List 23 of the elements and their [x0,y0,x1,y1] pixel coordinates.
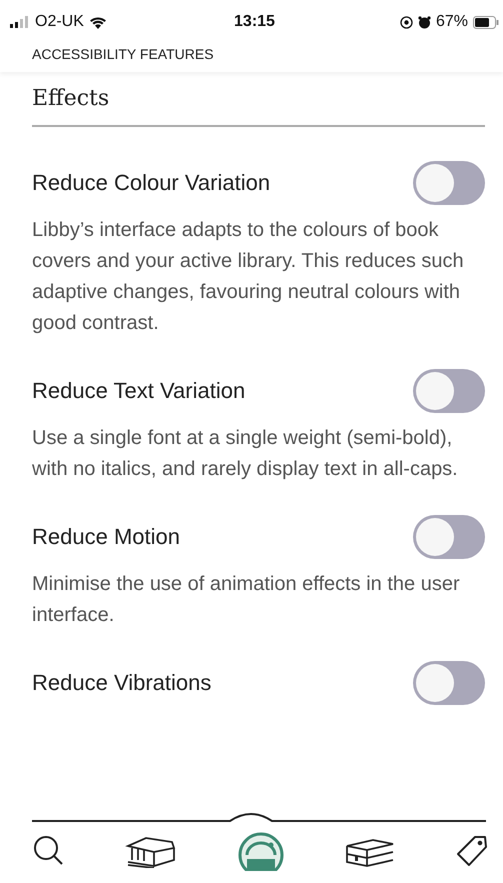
setting-title: Reduce Text Variation [32,378,246,404]
page-title: ACCESSIBILITY FEATURES [32,46,214,62]
wifi-icon [88,16,107,28]
clock-time: 13:15 [234,13,275,31]
tag-icon[interactable] [455,834,489,868]
rotation-lock-icon [400,16,413,28]
shelf-icon[interactable] [236,831,284,871]
alarm-icon [418,16,431,28]
setting-title: Reduce Motion [32,524,180,550]
signal-icon [10,16,30,28]
section-heading: Effects [32,72,485,127]
setting-description: Libby’s interface adapts to the colours of book covers and your active library. This reduces such adaptive changes, favouring neutral colours with good contrast. [32,218,465,336]
toggle-switch[interactable] [413,369,485,413]
toggle-switch[interactable] [413,515,485,559]
setting-title: Reduce Vibrations [32,670,212,696]
setting-description: Use a single font at a single weight (semi-bold), with no italics, and rarely display text in all-caps. [32,426,459,482]
battery-percent: 67% [436,13,468,31]
setting-title: Reduce Colour Variation [32,170,270,196]
battery-icon [472,16,499,28]
toggle-switch[interactable] [413,161,485,205]
setting-description: Minimise the use of animation effects in the user interface. [32,572,461,628]
carrier-name: O2-UK [35,13,84,31]
toggle-switch[interactable] [413,661,485,705]
